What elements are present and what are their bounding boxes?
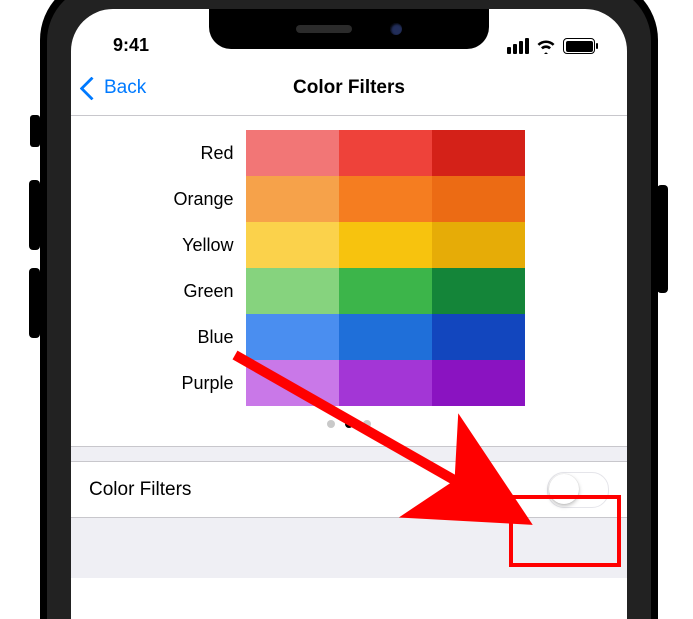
nav-bar: Back Color Filters: [71, 61, 627, 116]
swatch-orange-0: [246, 176, 339, 222]
battery-icon: [563, 38, 595, 54]
swatch-red-0: [246, 130, 339, 176]
status-icons: [507, 38, 601, 59]
swatch-green-2: [432, 268, 525, 314]
color-label-green: Green: [183, 268, 233, 314]
color-label-purple: Purple: [181, 360, 233, 406]
page-dot-0[interactable]: [327, 420, 335, 428]
section-divider: [71, 446, 627, 462]
back-button[interactable]: Back: [71, 77, 146, 99]
section-divider: [71, 517, 627, 578]
swatch-blue-2: [432, 314, 525, 360]
color-label-blue: Blue: [197, 314, 233, 360]
swatch-blue-0: [246, 314, 339, 360]
swatch-purple-0: [246, 360, 339, 406]
swatch-red-2: [432, 130, 525, 176]
front-camera: [390, 23, 402, 35]
page-dot-2[interactable]: [363, 420, 371, 428]
page-title: Color Filters: [71, 77, 627, 99]
color-label-red: Red: [200, 130, 233, 176]
swatch-yellow-0: [246, 222, 339, 268]
wifi-icon: [536, 39, 556, 54]
color-filters-label: Color Filters: [89, 479, 191, 501]
content: RedOrangeYellowGreenBluePurple Color Fil…: [71, 116, 627, 578]
swatch-orange-2: [432, 176, 525, 222]
back-label: Back: [104, 77, 146, 99]
swatch-yellow-1: [339, 222, 432, 268]
chevron-left-icon: [79, 76, 103, 100]
notch: [209, 9, 489, 49]
swatch-yellow-2: [432, 222, 525, 268]
swatch-purple-2: [432, 360, 525, 406]
color-filters-row: Color Filters: [71, 462, 627, 517]
page-indicator[interactable]: [71, 412, 627, 446]
page-dot-1[interactable]: [345, 420, 353, 428]
color-filters-toggle[interactable]: [547, 472, 609, 508]
cellular-icon: [507, 38, 529, 54]
swatch-purple-1: [339, 360, 432, 406]
status-time: 9:41: [97, 35, 149, 59]
speaker-grille: [296, 25, 352, 33]
swatch-red-1: [339, 130, 432, 176]
swatch-green-0: [246, 268, 339, 314]
color-label-orange: Orange: [173, 176, 233, 222]
phone-screen: 9:41 Back: [71, 9, 627, 619]
color-preview[interactable]: RedOrangeYellowGreenBluePurple: [71, 116, 627, 412]
swatch-orange-1: [339, 176, 432, 222]
color-label-yellow: Yellow: [182, 222, 233, 268]
swatch-blue-1: [339, 314, 432, 360]
swatch-green-1: [339, 268, 432, 314]
